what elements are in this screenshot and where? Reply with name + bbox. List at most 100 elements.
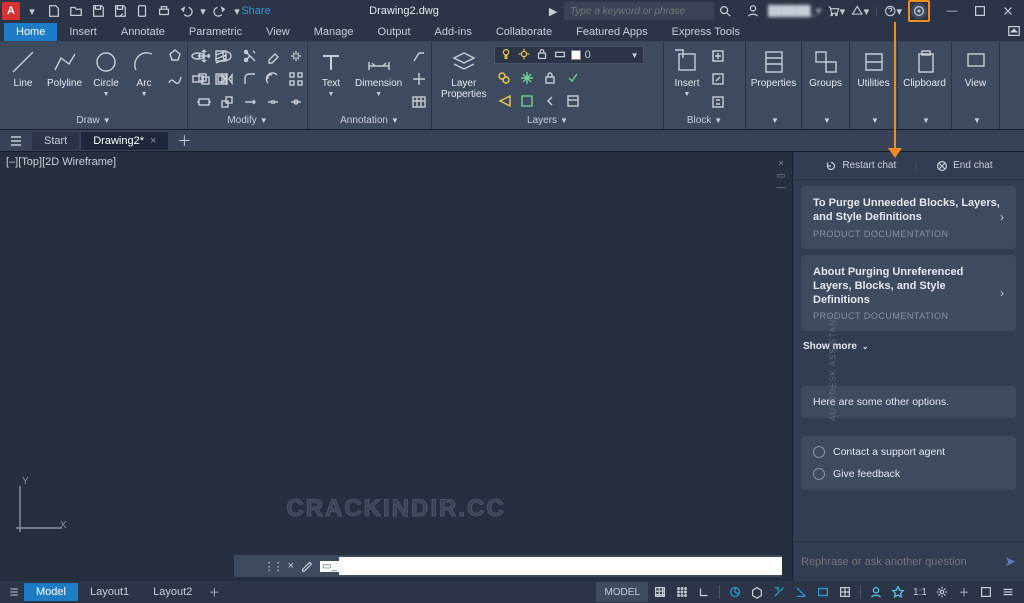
layer-combobox[interactable]: 0 ▼	[494, 46, 644, 64]
tab-output[interactable]: Output	[366, 23, 423, 41]
redo-icon[interactable]	[210, 1, 230, 21]
vp-close-icon[interactable]: ×	[776, 158, 786, 168]
panel-annotation-label[interactable]: Annotation▼	[308, 113, 431, 129]
option-give-feedback[interactable]: Give feedback	[813, 468, 1004, 480]
layout-tab-layout2[interactable]: Layout2	[141, 583, 204, 601]
tool-create-block[interactable]	[708, 46, 728, 66]
sb-snap-icon[interactable]	[672, 582, 692, 602]
undo-icon[interactable]	[176, 1, 196, 21]
tool-centerline[interactable]	[409, 69, 429, 89]
panel-layers-label[interactable]: Layers▼	[432, 113, 663, 129]
panel-modify-label[interactable]: Modify▼	[188, 113, 307, 129]
sb-lineweight-icon[interactable]	[813, 582, 833, 602]
layout-tab-model[interactable]: Model	[24, 583, 78, 601]
tab-insert[interactable]: Insert	[57, 23, 109, 41]
tool-dimension[interactable]: Dimension ▼	[352, 46, 405, 100]
tool-scale[interactable]	[217, 92, 237, 112]
view-label[interactable]: [–][Top][2D Wireframe]	[6, 156, 116, 168]
assistant-card-0[interactable]: To Purge Unneeded Blocks, Layers, and St…	[801, 186, 1016, 249]
tool-layer-isolate[interactable]	[517, 91, 537, 111]
tool-fillet[interactable]	[240, 69, 260, 89]
tool-layer-previous[interactable]	[540, 91, 560, 111]
plot-icon[interactable]	[154, 1, 174, 21]
panel-draw-label[interactable]: Draw▼	[0, 113, 187, 129]
tool-array[interactable]	[286, 69, 306, 89]
tool-break[interactable]	[263, 92, 283, 112]
cart-icon[interactable]: ▾	[827, 2, 845, 20]
sb-transparency-icon[interactable]	[835, 582, 855, 602]
tool-rotate[interactable]	[217, 46, 237, 66]
sb-polar-icon[interactable]	[725, 582, 745, 602]
webmobile-icon[interactable]	[132, 1, 152, 21]
sb-plus-icon[interactable]: ＋	[954, 582, 974, 602]
tool-polygon[interactable]	[165, 46, 185, 66]
tool-layer-match[interactable]	[494, 91, 514, 111]
command-line[interactable]: ⋮⋮ × ▭_	[234, 555, 782, 577]
panel-view[interactable]: View ▼	[952, 42, 1000, 129]
tab-view[interactable]: View	[254, 23, 302, 41]
qat-dropdown-icon[interactable]: ▾	[22, 1, 42, 21]
tool-leader[interactable]	[409, 46, 429, 66]
sb-otrack-icon[interactable]	[791, 582, 811, 602]
help-icon[interactable]: ▾	[884, 2, 902, 20]
undo-drop-icon[interactable]: ▾	[198, 1, 208, 21]
tab-manage[interactable]: Manage	[302, 23, 366, 41]
doc-tab-active[interactable]: Drawing2*×	[81, 132, 168, 150]
tool-arc[interactable]: Arc ▼	[127, 46, 161, 100]
open-icon[interactable]	[66, 1, 86, 21]
panel-properties[interactable]: Properties ▼	[746, 42, 802, 129]
share-button[interactable]: Share	[244, 1, 264, 21]
layout-tab-layout1[interactable]: Layout1	[78, 583, 141, 601]
panel-clipboard[interactable]: Clipboard ▼	[898, 42, 952, 129]
tool-move[interactable]	[194, 46, 214, 66]
vp-max-icon[interactable]: ▭	[776, 170, 786, 180]
sb-annoscale-icon[interactable]	[888, 582, 908, 602]
tool-layer-state[interactable]	[563, 91, 583, 111]
tool-table[interactable]	[409, 92, 429, 112]
saveas-icon[interactable]	[110, 1, 130, 21]
tool-layer-off[interactable]	[494, 68, 514, 88]
new-icon[interactable]	[44, 1, 64, 21]
tab-home[interactable]: Home	[4, 23, 57, 41]
layout-menu-icon[interactable]	[4, 582, 24, 602]
sb-gear-icon[interactable]	[932, 582, 952, 602]
doc-menu-icon[interactable]	[6, 131, 26, 151]
sb-scale-label[interactable]: 1:1	[910, 582, 930, 602]
tool-line[interactable]: Line	[6, 46, 40, 91]
sb-customize-icon[interactable]	[998, 582, 1018, 602]
tool-layer-properties[interactable]: Layer Properties	[438, 46, 490, 102]
end-chat-button[interactable]: End chat	[935, 159, 992, 173]
app-switcher-icon[interactable]: ▾	[851, 2, 869, 20]
tool-lengthen[interactable]	[240, 92, 260, 112]
tool-edit-block[interactable]	[708, 69, 728, 89]
tab-express-tools[interactable]: Express Tools	[660, 23, 752, 41]
panel-block-label[interactable]: Block▼	[664, 113, 745, 129]
doc-new-icon[interactable]: ＋	[174, 131, 194, 151]
cmd-customize-icon[interactable]	[300, 558, 314, 575]
tool-explode[interactable]	[286, 46, 306, 66]
tool-layer-make-current[interactable]	[563, 68, 583, 88]
tool-polyline[interactable]: Polyline	[44, 46, 85, 91]
close-icon[interactable]	[994, 2, 1022, 20]
cmd-handle-icon[interactable]: ⋮⋮	[264, 560, 282, 573]
panel-utilities[interactable]: Utilities ▼	[850, 42, 898, 129]
tool-erase[interactable]	[263, 46, 283, 66]
tool-join[interactable]	[286, 92, 306, 112]
tool-layer-lock[interactable]	[540, 68, 560, 88]
doc-tab-start[interactable]: Start	[32, 132, 79, 150]
tool-trim[interactable]	[240, 46, 260, 66]
user-icon[interactable]	[744, 2, 762, 20]
tab-featured-apps[interactable]: Featured Apps	[564, 23, 660, 41]
assistant-input[interactable]	[801, 556, 1004, 568]
tab-collaborate[interactable]: Collaborate	[484, 23, 564, 41]
drawing-canvas[interactable]: [–][Top][2D Wireframe] × ▭ — CRACKINDIR.…	[0, 152, 792, 581]
app-menu-badge[interactable]: A	[2, 2, 20, 20]
sb-model-button[interactable]: MODEL	[596, 582, 648, 602]
vp-min-icon[interactable]: —	[776, 182, 786, 192]
tool-insert-block[interactable]: Insert ▼	[670, 46, 704, 100]
option-contact-support[interactable]: Contact a support agent	[813, 446, 1004, 458]
command-input[interactable]	[339, 557, 782, 575]
tool-circle[interactable]: Circle ▼	[89, 46, 123, 100]
save-icon[interactable]	[88, 1, 108, 21]
tool-copy[interactable]	[194, 69, 214, 89]
